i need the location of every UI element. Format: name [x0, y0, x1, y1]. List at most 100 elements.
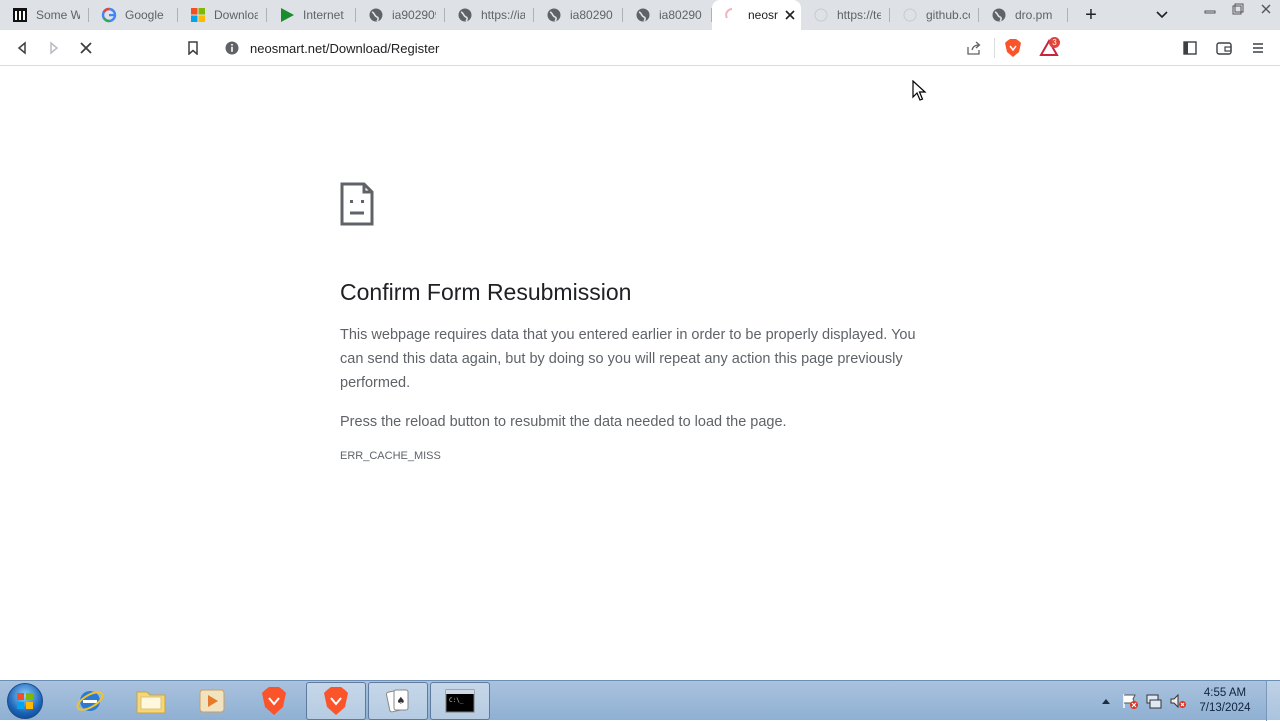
- bookmark-button[interactable]: [177, 32, 209, 64]
- start-button[interactable]: [3, 682, 47, 720]
- clock-date: 7/13/2024: [1199, 702, 1251, 714]
- wallet-icon: [1216, 42, 1232, 55]
- tab[interactable]: Downloa: [178, 0, 267, 30]
- clock-time: 4:55 AM: [1203, 687, 1247, 699]
- tab[interactable]: https://ia: [445, 0, 534, 30]
- globe-icon: [635, 7, 651, 23]
- windows-logo-icon: [7, 683, 43, 719]
- tab-label: https://ia: [481, 8, 525, 22]
- url-text: neosmart.net/Download/Register: [250, 40, 440, 56]
- wiki-icon: [12, 7, 28, 23]
- tab-label: Google: [125, 8, 164, 22]
- globe-icon: [368, 7, 384, 23]
- brave-browser-icon: [324, 687, 348, 715]
- tab-label: ia902909: [392, 8, 436, 22]
- taskbar-solitaire[interactable]: ♠: [368, 682, 428, 720]
- tab[interactable]: Some Wi: [0, 0, 89, 30]
- brave-rewards-button[interactable]: 3: [1035, 30, 1063, 66]
- tab[interactable]: ia80290: [534, 0, 623, 30]
- site-info-icon[interactable]: [222, 38, 242, 58]
- wallet-button[interactable]: [1212, 30, 1236, 66]
- taskbar-media-player[interactable]: [182, 682, 242, 720]
- menu-button[interactable]: [1246, 30, 1270, 66]
- forward-arrow-icon: [50, 41, 59, 55]
- share-button[interactable]: [962, 30, 986, 66]
- back-arrow-icon: [17, 41, 26, 55]
- blank-icon: [813, 7, 829, 23]
- system-tray: 4:55 AM 7/13/2024: [1094, 681, 1280, 721]
- sidebar-button[interactable]: [1178, 30, 1202, 66]
- brave-lion-icon: [1005, 39, 1021, 57]
- close-tab-icon[interactable]: [785, 7, 795, 23]
- media-player-icon: [199, 689, 225, 713]
- taskbar-clock[interactable]: 4:55 AM 7/13/2024: [1190, 686, 1260, 716]
- tab[interactable]: github.co: [890, 0, 979, 30]
- close-icon: [1261, 4, 1271, 14]
- tab[interactable]: https://te: [801, 0, 890, 30]
- chevron-down-icon: [1156, 11, 1168, 19]
- error-title: Confirm Form Resubmission: [340, 279, 632, 305]
- stop-x-icon: [80, 42, 92, 54]
- google-icon: [101, 7, 117, 23]
- tab-label: ia80290: [659, 8, 702, 22]
- error-code: ERR_CACHE_MISS: [340, 450, 441, 462]
- new-tab-button[interactable]: +: [1076, 0, 1106, 30]
- mouse-cursor-icon: [912, 80, 927, 101]
- windows-taskbar: ♠ C:\_ 4:55 AM 7/13/2024: [0, 680, 1280, 721]
- close-window-button[interactable]: [1252, 0, 1280, 18]
- show-desktop-button[interactable]: [1266, 681, 1280, 721]
- taskbar-brave[interactable]: [244, 682, 304, 720]
- tab[interactable]: dro.pm: [979, 0, 1068, 30]
- network-icon[interactable]: [1142, 689, 1166, 713]
- browser-toolbar: neosmart.net/Download/Register 3: [0, 30, 1280, 66]
- forward-button[interactable]: [38, 32, 70, 64]
- tab-label: ia80290: [570, 8, 613, 22]
- brave-shields-button[interactable]: [1001, 30, 1025, 66]
- action-center-icon[interactable]: [1118, 689, 1142, 713]
- tab-label: Downloa: [214, 8, 258, 22]
- tab-label: github.co: [926, 8, 970, 22]
- volume-muted-icon[interactable]: [1166, 689, 1190, 713]
- internet-explorer-icon: [76, 691, 104, 711]
- tab[interactable]: ia80290: [623, 0, 712, 30]
- globe-icon: [991, 7, 1007, 23]
- hamburger-menu-icon: [1253, 43, 1263, 53]
- toolbar-divider: [994, 38, 995, 58]
- address-bar[interactable]: neosmart.net/Download/Register: [214, 33, 994, 63]
- svg-text:♠: ♠: [397, 696, 406, 707]
- brave-browser-icon: [262, 687, 286, 715]
- tab-active[interactable]: neosr: [712, 0, 801, 30]
- tab[interactable]: ia902909: [356, 0, 445, 30]
- taskbar-command-prompt[interactable]: C:\_: [430, 682, 490, 720]
- show-hidden-icons-button[interactable]: [1094, 689, 1118, 713]
- stop-loading-button[interactable]: [70, 32, 102, 64]
- tab-label: dro.pm: [1015, 8, 1053, 22]
- folder-icon: [136, 691, 166, 714]
- microsoft-icon: [190, 7, 206, 23]
- tab-label: Some Wi: [36, 8, 80, 22]
- error-description: This webpage requires data that you ente…: [340, 327, 916, 391]
- taskbar-brave-active[interactable]: [306, 682, 366, 720]
- tab[interactable]: Internet: [267, 0, 356, 30]
- taskbar-file-explorer[interactable]: [121, 682, 181, 720]
- sad-document-icon: [340, 182, 374, 226]
- globe-icon: [546, 7, 562, 23]
- back-button[interactable]: [6, 32, 38, 64]
- chevron-up-icon: [1102, 699, 1110, 704]
- minimize-icon: [1204, 10, 1216, 14]
- tab-label: Internet: [303, 8, 344, 22]
- globe-icon: [457, 7, 473, 23]
- minimize-button[interactable]: [1196, 0, 1224, 18]
- window-controls: [1196, 0, 1280, 20]
- blank-icon: [902, 7, 918, 23]
- tab-search-button[interactable]: [1152, 5, 1172, 25]
- tab[interactable]: Google: [89, 0, 178, 30]
- play-icon: [279, 7, 295, 23]
- page-content: Confirm Form Resubmission This webpage r…: [0, 67, 1280, 680]
- restore-icon: [1232, 3, 1244, 15]
- error-container: Confirm Form Resubmission This webpage r…: [340, 182, 940, 462]
- restore-button[interactable]: [1224, 0, 1252, 18]
- tab-strip: Some Wi Google Downloa Internet ia902909 http…: [0, 0, 1280, 30]
- taskbar-internet-explorer[interactable]: [60, 682, 120, 720]
- loading-spinner-icon: [724, 7, 740, 23]
